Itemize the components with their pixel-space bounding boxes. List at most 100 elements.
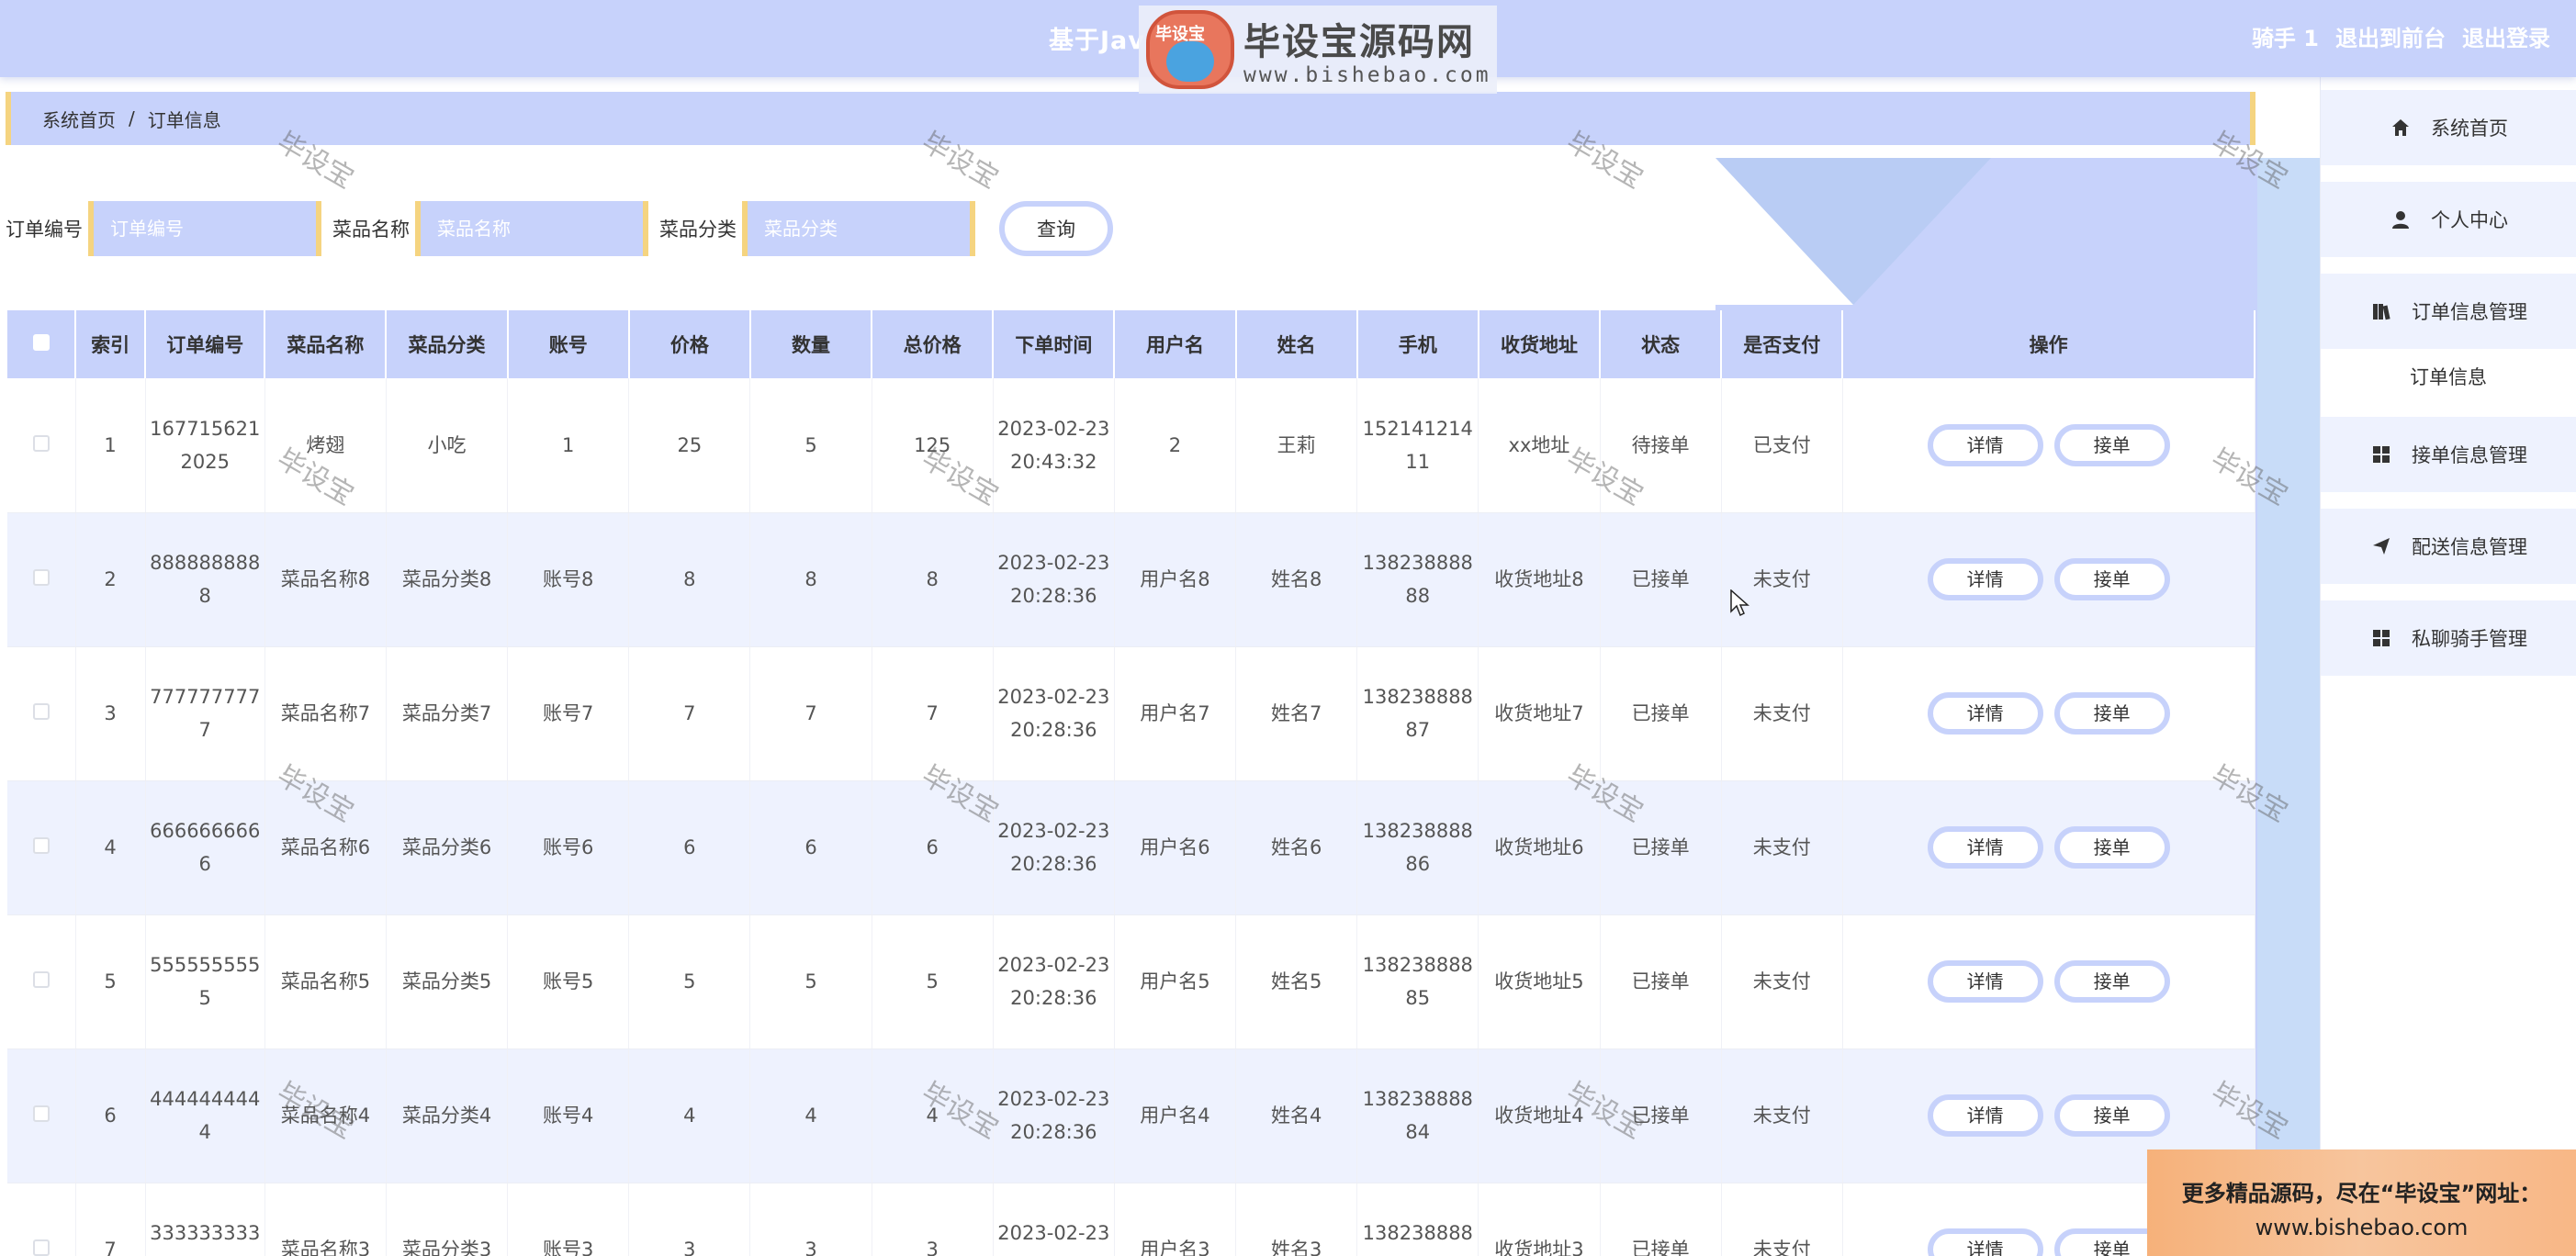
detail-button[interactable]: 详情 bbox=[1927, 960, 2043, 1003]
row-select-cell[interactable] bbox=[7, 646, 76, 781]
cell-actions: 详情 接单 bbox=[1842, 780, 2255, 915]
page: 基于Java 现 骑手 1 退出到前台 退出登录 毕设宝 毕设宝源码网 www.… bbox=[0, 0, 2576, 1256]
cell-order-time: 2023-02-23 20:28:36 bbox=[993, 646, 1115, 781]
cell-paid: 未支付 bbox=[1721, 512, 1843, 647]
cell-quantity: 7 bbox=[749, 646, 872, 781]
dish-name-label: 菜品名称 bbox=[332, 219, 410, 241]
row-select-cell[interactable] bbox=[7, 1183, 76, 1256]
cell-account: 账号8 bbox=[507, 512, 630, 647]
send-icon bbox=[2369, 534, 2393, 558]
cell-actions: 详情 接单 bbox=[1842, 914, 2255, 1049]
row-select-cell[interactable] bbox=[7, 780, 76, 915]
accept-order-button[interactable]: 接单 bbox=[2053, 1094, 2170, 1137]
order-no-label: 订单编号 bbox=[6, 219, 83, 241]
col-header-dish-category: 菜品分类 bbox=[386, 310, 509, 378]
accept-order-button[interactable]: 接单 bbox=[2053, 960, 2170, 1003]
sidebar-item-home[interactable]: 系统首页 bbox=[2321, 90, 2576, 165]
sidebar-item-delivery-management[interactable]: 配送信息管理 bbox=[2321, 509, 2576, 584]
col-header-order-time: 下单时间 bbox=[993, 310, 1116, 378]
select-all-cell[interactable] bbox=[7, 310, 77, 378]
row-checkbox[interactable] bbox=[32, 1239, 50, 1256]
cell-account: 账号7 bbox=[507, 646, 630, 781]
cell-paid: 已支付 bbox=[1721, 378, 1843, 513]
logo-badge-icon: 毕设宝 bbox=[1146, 10, 1234, 89]
row-checkbox[interactable] bbox=[32, 434, 50, 452]
cell-username: 用户名3 bbox=[1114, 1183, 1237, 1256]
dish-name-input[interactable] bbox=[415, 201, 648, 256]
cell-address: 收货地址8 bbox=[1478, 512, 1601, 647]
cell-phone: 13823888887 bbox=[1356, 646, 1479, 781]
detail-button[interactable]: 详情 bbox=[1927, 1228, 2043, 1256]
cell-order-time: 2023-02-23 20:28:36 bbox=[993, 1049, 1115, 1183]
promo-banner[interactable]: 更多精品源码，尽在“毕设宝”网址： www.bishebao.com bbox=[2147, 1149, 2576, 1256]
cell-total: 7 bbox=[872, 646, 994, 781]
breadcrumb: 系统首页 / 订单信息 bbox=[6, 92, 2255, 145]
accept-order-button[interactable]: 接单 bbox=[2053, 826, 2170, 869]
cell-total: 125 bbox=[872, 378, 994, 513]
sidebar-subitem-order-info[interactable]: 订单信息 bbox=[2321, 349, 2576, 404]
col-header-actions: 操作 bbox=[1842, 310, 2255, 378]
cell-status: 已接单 bbox=[1600, 646, 1722, 781]
sidebar-item-label: 个人中心 bbox=[2431, 209, 2508, 231]
row-checkbox[interactable] bbox=[32, 569, 50, 586]
row-checkbox[interactable] bbox=[32, 837, 50, 854]
row-checkbox[interactable] bbox=[32, 971, 50, 988]
col-header-index: 索引 bbox=[75, 310, 147, 378]
cell-dish-name: 菜品名称5 bbox=[264, 914, 387, 1049]
cell-username: 2 bbox=[1114, 378, 1237, 513]
cell-dish-category: 菜品分类5 bbox=[386, 914, 509, 1049]
accept-order-button[interactable]: 接单 bbox=[2053, 558, 2170, 600]
logout-link[interactable]: 退出登录 bbox=[2462, 20, 2550, 52]
row-select-cell[interactable] bbox=[7, 914, 76, 1049]
cell-quantity: 4 bbox=[749, 1049, 872, 1183]
cell-status: 已接单 bbox=[1600, 1183, 1722, 1256]
cell-order-no: 4444444444 bbox=[145, 1049, 265, 1183]
cell-price: 4 bbox=[628, 1049, 751, 1183]
detail-button[interactable]: 详情 bbox=[1927, 558, 2043, 600]
cell-quantity: 8 bbox=[749, 512, 872, 647]
cell-index: 2 bbox=[75, 512, 146, 647]
detail-button[interactable]: 详情 bbox=[1927, 692, 2043, 735]
cell-username: 用户名5 bbox=[1114, 914, 1237, 1049]
cell-paid: 未支付 bbox=[1721, 1183, 1843, 1256]
cell-actions: 详情 接单 bbox=[1842, 512, 2255, 647]
cell-dish-category: 菜品分类3 bbox=[386, 1183, 509, 1256]
sidebar-item-label: 私聊骑手管理 bbox=[2412, 628, 2527, 650]
table-header-row: 索引 订单编号 菜品名称 菜品分类 账号 价格 数量 总价格 下单时间 用户名 … bbox=[7, 310, 2255, 378]
sidebar-item-chat-management[interactable]: 私聊骑手管理 bbox=[2321, 600, 2576, 676]
row-checkbox[interactable] bbox=[32, 703, 50, 720]
row-select-cell[interactable] bbox=[7, 378, 76, 513]
sidebar-item-accept-management[interactable]: 接单信息管理 bbox=[2321, 417, 2576, 492]
order-no-input[interactable] bbox=[88, 201, 321, 256]
back-to-front-link[interactable]: 退出到前台 bbox=[2335, 20, 2446, 52]
cell-quantity: 3 bbox=[749, 1183, 872, 1256]
row-select-cell[interactable] bbox=[7, 1049, 76, 1183]
col-header-total: 总价格 bbox=[872, 310, 995, 378]
cell-order-time: 2023-02-23 20:28:36 bbox=[993, 512, 1115, 647]
sidebar-item-profile[interactable]: 个人中心 bbox=[2321, 182, 2576, 257]
accept-order-button[interactable]: 接单 bbox=[2053, 692, 2170, 735]
cell-status: 已接单 bbox=[1600, 914, 1722, 1049]
detail-button[interactable]: 详情 bbox=[1927, 1094, 2043, 1137]
col-header-phone: 手机 bbox=[1356, 310, 1479, 378]
cell-dish-name: 菜品名称6 bbox=[264, 780, 387, 915]
dish-category-input[interactable] bbox=[742, 201, 975, 256]
cell-username: 用户名7 bbox=[1114, 646, 1237, 781]
watermark-logo: 毕设宝 毕设宝源码网 www.bishebao.com bbox=[1139, 6, 1497, 94]
cell-index: 5 bbox=[75, 914, 146, 1049]
row-select-cell[interactable] bbox=[7, 512, 76, 647]
sidebar-item-label: 配送信息管理 bbox=[2412, 536, 2527, 558]
accept-order-button[interactable]: 接单 bbox=[2053, 423, 2170, 466]
row-checkbox[interactable] bbox=[32, 1105, 50, 1122]
query-button[interactable]: 查询 bbox=[999, 201, 1113, 256]
sidebar-item-order-management[interactable]: 订单信息管理 bbox=[2321, 274, 2576, 349]
breadcrumb-home[interactable]: 系统首页 bbox=[42, 106, 116, 132]
logo-url: www.bishebao.com bbox=[1243, 63, 1491, 87]
cell-order-no: 3333333333 bbox=[145, 1183, 265, 1256]
cell-address: 收货地址6 bbox=[1478, 780, 1601, 915]
select-all-checkbox[interactable] bbox=[32, 334, 50, 351]
detail-button[interactable]: 详情 bbox=[1927, 826, 2043, 869]
dish-category-label: 菜品分类 bbox=[659, 219, 737, 241]
cell-address: 收货地址7 bbox=[1478, 646, 1601, 781]
detail-button[interactable]: 详情 bbox=[1927, 423, 2043, 466]
